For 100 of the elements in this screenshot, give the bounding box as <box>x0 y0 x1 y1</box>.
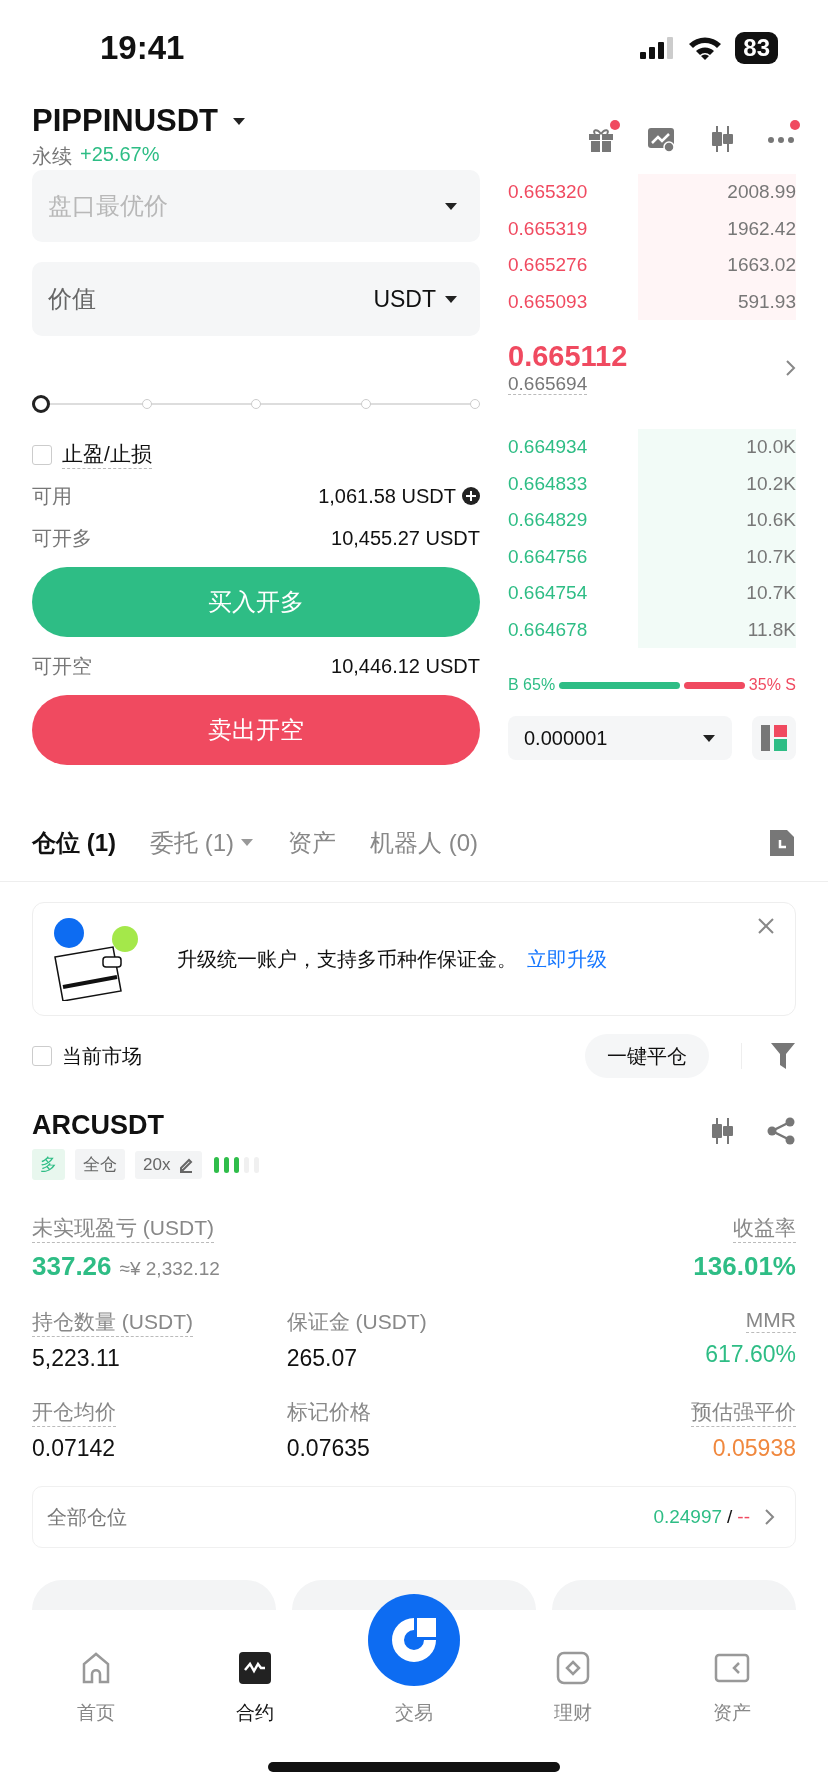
ask-price: 0.665276 <box>508 254 588 277</box>
position-tag: 多 <box>32 1149 65 1180</box>
field-value: 337.26 <box>32 1251 112 1282</box>
nav-tab[interactable]: 资产 <box>672 1650 793 1726</box>
ask-price: 0.665320 <box>508 181 588 204</box>
position-tab[interactable]: 资产 <box>288 826 336 859</box>
signal-icon <box>639 36 676 60</box>
market-filter-label: 当前市场 <box>62 1043 142 1069</box>
info-value: 1,061.58 USDT <box>318 484 456 508</box>
chevron-right-icon <box>785 358 796 377</box>
bid-amount: 10.2K <box>746 472 796 495</box>
bid-price: 0.664756 <box>508 545 588 568</box>
banner-text: 升级统一账户，支持多币种作保证金。 立即升级 <box>177 946 607 972</box>
bid-price: 0.664833 <box>508 472 588 495</box>
buy-ratio: B 65% <box>508 676 556 694</box>
field-value: 136.01% <box>693 1251 796 1282</box>
position-tab[interactable]: 机器人 (0) <box>370 826 478 859</box>
caret-icon <box>444 294 458 304</box>
ask-price: 0.665319 <box>508 217 588 240</box>
ask-amount: 1962.42 <box>727 217 796 240</box>
sell-short-button[interactable]: 卖出开空 <box>32 695 480 765</box>
amount-slider[interactable] <box>32 394 480 414</box>
plus-icon[interactable] <box>462 487 480 505</box>
contract-type: 永续 <box>32 144 72 169</box>
bid-price: 0.664934 <box>508 436 588 459</box>
field-label: 开仓均价 <box>32 1398 116 1427</box>
position-tag[interactable]: 20x <box>135 1150 203 1179</box>
caret-icon <box>702 733 716 743</box>
ask-amount: 591.93 <box>737 290 796 313</box>
tpsl-label: 止盈/止损 <box>62 440 152 469</box>
caret-icon <box>444 201 458 211</box>
bid-price: 0.664754 <box>508 582 588 605</box>
field-label: 预估强平价 <box>691 1398 796 1427</box>
symbol-title[interactable]: PIPPINUSDT <box>32 103 219 139</box>
pulse-icon <box>236 1650 273 1686</box>
nav-tab[interactable]: 首页 <box>35 1650 156 1726</box>
upgrade-link[interactable]: 立即升级 <box>527 947 607 970</box>
slider-tick <box>251 399 261 409</box>
value-field[interactable]: 价值 USDT <box>32 262 480 336</box>
field-label: 保证金 (USDT) <box>286 1309 427 1335</box>
info-value: 10,446.12 USDT <box>331 654 480 678</box>
layout-icon <box>760 724 788 752</box>
bid-amount: 11.8K <box>747 618 796 641</box>
position-tab[interactable]: 仓位 (1) <box>32 826 116 859</box>
bid-amount: 10.6K <box>746 509 796 532</box>
chevron-right-icon <box>764 1508 775 1526</box>
nav-tab[interactable]: 合约 <box>194 1650 315 1726</box>
bid-price: 0.664678 <box>508 618 588 641</box>
close-all-button[interactable]: 一键平仓 <box>585 1034 709 1078</box>
position-tab[interactable]: 委托 (1) <box>150 826 254 859</box>
bid-price: 0.664829 <box>508 509 588 532</box>
caret-icon <box>232 116 247 126</box>
field-label: 未实现盈亏 (USDT) <box>32 1214 214 1243</box>
field-label: MMR <box>745 1308 796 1333</box>
mark-price: 0.665694 <box>508 373 588 395</box>
last-price: 0.665112 <box>508 340 628 372</box>
precision-dropdown[interactable]: 0.000001 <box>508 716 732 760</box>
checkbox[interactable] <box>32 1046 52 1066</box>
all-positions-row[interactable]: 全部仓位 0.24997 / -- <box>32 1486 796 1548</box>
nav-tab[interactable]: 理财 <box>513 1650 634 1726</box>
position-symbol: ARCUSDT <box>32 1110 165 1141</box>
buy-long-button[interactable]: 买入开多 <box>32 567 480 637</box>
position-tag: 全仓 <box>75 1149 125 1180</box>
ask-amount: 2008.99 <box>727 181 796 204</box>
field-value: 5,223.11 <box>32 1345 120 1372</box>
edit-icon <box>178 1156 195 1173</box>
info-label: 可用 <box>32 483 72 509</box>
field-value: 617.60% <box>705 1341 796 1368</box>
field-value: 0.05938 <box>712 1435 796 1462</box>
bid-amount: 10.0K <box>746 436 796 459</box>
converted-value: ≈¥ 2,332.12 <box>119 1258 220 1280</box>
field-label: 收益率 <box>733 1214 796 1243</box>
field-label: 标记价格 <box>286 1399 371 1425</box>
field-value: 0.07635 <box>286 1435 370 1462</box>
bid-amount: 10.7K <box>746 545 796 568</box>
field-value: 265.07 <box>286 1345 357 1372</box>
slider-tick <box>141 399 152 409</box>
ask-price: 0.665093 <box>508 290 588 313</box>
field-label: 持仓数量 (USDT) <box>32 1308 193 1337</box>
battery-level: 83 <box>735 32 778 64</box>
info-label: 可开多 <box>32 525 92 551</box>
share-icon[interactable] <box>766 1116 796 1146</box>
caret-icon <box>240 838 254 847</box>
slider-tick <box>470 399 480 409</box>
bid-amount: 10.7K <box>746 582 796 605</box>
slider-thumb[interactable] <box>32 395 50 413</box>
document-icon[interactable] <box>768 827 796 858</box>
filter-icon[interactable] <box>770 1042 796 1070</box>
layout-button[interactable] <box>752 716 796 760</box>
slider-tick <box>360 399 371 409</box>
price-change: +25.67% <box>80 143 160 167</box>
ask-amount: 1663.02 <box>727 254 796 277</box>
info-label: 可开空 <box>32 653 92 679</box>
info-value: 10,455.27 USDT <box>331 526 480 550</box>
close-icon <box>757 917 775 935</box>
sell-ratio-bar <box>683 681 745 689</box>
field-value: 0.07142 <box>32 1435 116 1462</box>
checkbox[interactable] <box>32 444 52 465</box>
nav-tab[interactable]: 交易 <box>353 1594 474 1726</box>
sell-ratio: 35% S <box>748 676 796 694</box>
